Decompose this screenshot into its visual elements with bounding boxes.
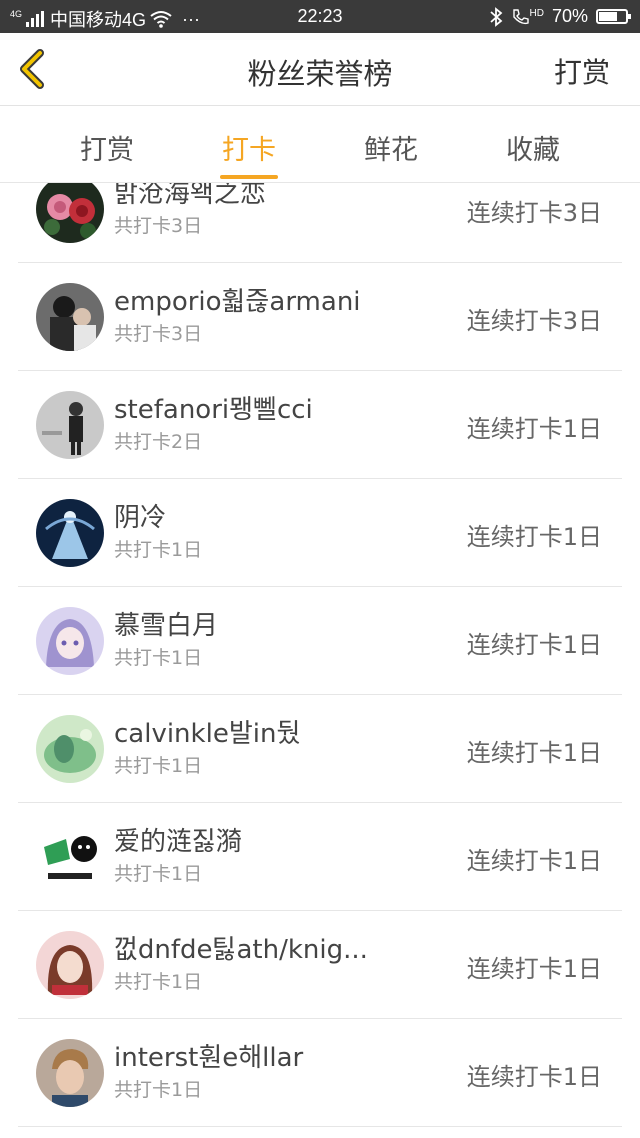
total-checkins: 共打卡1日 <box>114 971 203 993</box>
streak-label: 连续打卡3日 <box>466 199 602 227</box>
user-name: calvinkle발in뒀 <box>114 719 301 749</box>
user-name: 껎dnfde틿ath/knig... <box>114 935 368 965</box>
hd-label: HD <box>529 7 544 19</box>
status-right: HD 70% <box>489 6 631 27</box>
hd-call-icon: HD <box>511 8 544 26</box>
tab-favorites[interactable]: 收藏 <box>493 128 573 167</box>
avatar <box>36 283 104 351</box>
avatar <box>36 607 104 675</box>
bluetooth-icon <box>489 6 502 27</box>
tab-flowers[interactable]: 鲜花 <box>351 128 431 167</box>
avatar <box>36 391 104 459</box>
streak-label: 连续打卡1日 <box>466 955 602 983</box>
streak-label: 连续打卡3日 <box>466 307 602 335</box>
avatar <box>36 183 104 243</box>
list-item[interactable]: emporio훫즎armani 共打卡3日 连续打卡3日 <box>18 263 622 371</box>
avatar <box>36 715 104 783</box>
tab-active-underline <box>220 175 278 179</box>
user-name: emporio훫즎armani <box>114 287 361 317</box>
total-checkins: 共打卡2日 <box>114 431 203 453</box>
streak-label: 连续打卡1日 <box>466 1063 602 1091</box>
streak-label: 连续打卡1日 <box>466 631 602 659</box>
streak-label: 连续打卡1日 <box>466 847 602 875</box>
total-checkins: 共打卡1日 <box>114 1079 203 1101</box>
tab-reward[interactable]: 打赏 <box>67 128 147 167</box>
streak-label: 连续打卡1日 <box>466 415 602 443</box>
user-name: 밝沧海왝之恋 <box>114 183 266 209</box>
total-checkins: 共打卡1日 <box>114 755 203 777</box>
list-item[interactable]: 慕雪白月 共打卡1日 连续打卡1日 <box>18 587 622 695</box>
user-name: 阴冷 <box>114 503 167 533</box>
list-item[interactable]: stefanori뫵뻴cci 共打卡2日 连续打卡1日 <box>18 371 622 479</box>
list-item[interactable]: 阴冷 共打卡1日 连续打卡1日 <box>18 479 622 587</box>
list-item[interactable]: calvinkle발in뒀 共打卡1日 连续打卡1日 <box>18 695 622 803</box>
reward-button[interactable]: 打赏 <box>554 51 610 91</box>
list-item[interactable]: 껎dnfde틿ath/knig... 共打卡1日 连续打卡1日 <box>18 911 622 1019</box>
list-item[interactable]: interst훤e해llar 共打卡1日 连续打卡1日 <box>18 1019 622 1127</box>
battery-icon <box>596 9 631 24</box>
checkin-list: 밝沧海왝之恋 共打卡3日 连续打卡3日 emporio훫즎armani 共打卡3… <box>0 183 640 1138</box>
list-item[interactable]: 爱的涟짏漪 共打卡1日 连续打卡1日 <box>18 803 622 911</box>
total-checkins: 共打卡3日 <box>114 215 203 237</box>
total-checkins: 共打卡1日 <box>114 647 203 669</box>
streak-label: 连续打卡1日 <box>466 523 602 551</box>
avatar <box>36 931 104 999</box>
user-name: interst훤e해llar <box>114 1043 304 1073</box>
list-item[interactable]: 밝沧海왝之恋 共打卡3日 连续打卡3日 <box>18 183 622 263</box>
streak-label: 连续打卡1日 <box>466 739 602 767</box>
total-checkins: 共打卡1日 <box>114 863 203 885</box>
tab-bar: 打赏 打卡 鲜花 收藏 <box>0 106 640 183</box>
user-name: 爱的涟짏漪 <box>114 827 242 857</box>
tab-checkin[interactable]: 打卡 <box>209 128 289 167</box>
avatar <box>36 1039 104 1107</box>
avatar <box>36 499 104 567</box>
user-name: stefanori뫵뻴cci <box>114 395 313 425</box>
page-title: 粉丝荣誉榜 <box>247 57 393 91</box>
battery-percent: 70% <box>551 6 588 26</box>
total-checkins: 共打卡3日 <box>114 323 203 345</box>
total-checkins: 共打卡1日 <box>114 539 203 561</box>
nav-bar: 粉丝荣誉榜 打赏 <box>0 33 640 106</box>
status-bar: 4G 中国移动4G ··· 22:23 HD 70% <box>0 0 640 33</box>
avatar <box>36 823 104 891</box>
user-name: 慕雪白月 <box>114 611 219 641</box>
